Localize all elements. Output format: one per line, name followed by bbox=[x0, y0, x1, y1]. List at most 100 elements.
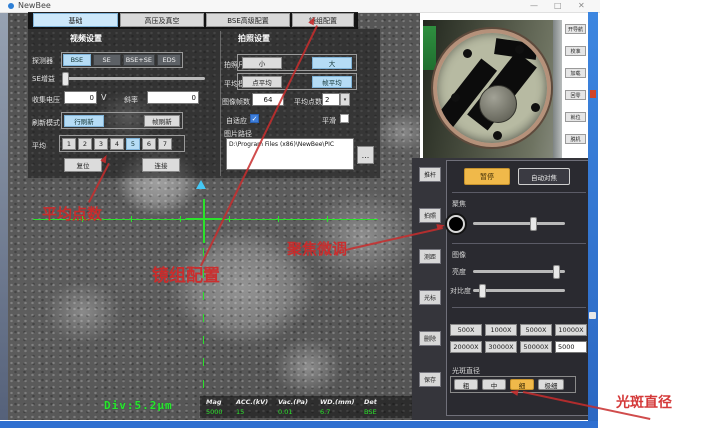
detector-se-button[interactable]: SE bbox=[93, 54, 121, 66]
offline-button[interactable]: 脱机 bbox=[565, 134, 586, 144]
se-gain-slider[interactable] bbox=[62, 77, 205, 80]
pause-button[interactable]: 暂停 bbox=[464, 168, 510, 185]
status-value-mag: 5000 bbox=[206, 408, 236, 416]
smooth-checkbox[interactable] bbox=[340, 114, 349, 123]
annotation-focus-fine: 聚焦微调 bbox=[287, 238, 347, 259]
tab-lens-config[interactable]: 镜组配置 bbox=[292, 13, 354, 27]
average-2-button[interactable]: 2 bbox=[78, 138, 92, 150]
avg-mode-frame-button[interactable]: 帧平均 bbox=[312, 76, 352, 88]
status-value-wd: 6.7 bbox=[320, 408, 364, 416]
nav-camera-view bbox=[423, 20, 562, 160]
detector-eds-button[interactable]: EDS bbox=[157, 54, 181, 66]
se-gain-slider-thumb[interactable] bbox=[62, 72, 69, 86]
in-position-button[interactable]: 就位 bbox=[565, 112, 586, 122]
tab-hv-vacuum[interactable]: 高压及真空 bbox=[120, 13, 204, 27]
brightness-slider-thumb[interactable] bbox=[553, 265, 560, 279]
avg-points-dropdown-arrow-icon[interactable]: ▾ bbox=[340, 93, 350, 106]
contrast-slider[interactable] bbox=[473, 289, 565, 292]
size-small-button[interactable]: 小 bbox=[242, 57, 282, 69]
detector-bse-button[interactable]: BSE bbox=[63, 54, 91, 66]
pusher-button[interactable]: 推杆 bbox=[419, 167, 441, 182]
snapshot-button[interactable]: 拍照 bbox=[419, 208, 441, 223]
brightness-slider[interactable] bbox=[473, 270, 565, 273]
average-4-button[interactable]: 4 bbox=[110, 138, 124, 150]
avg-mode-point-button[interactable]: 点平均 bbox=[242, 76, 282, 88]
pointer-tool-icon[interactable] bbox=[196, 180, 206, 189]
maximize-button[interactable]: □ bbox=[554, 0, 562, 12]
divider bbox=[452, 243, 586, 244]
status-bar: Mag5000 ACC.(kV)15 Vac.(Pa)0.01 WD.(mm)6… bbox=[200, 396, 422, 418]
detector-bse-se-button[interactable]: BSE+SE bbox=[123, 54, 156, 66]
calibrate-button[interactable]: 校准 bbox=[565, 46, 586, 56]
reset-button[interactable]: 复位 bbox=[64, 158, 102, 172]
delete-button[interactable]: 删除 bbox=[419, 331, 441, 346]
average-1-button[interactable]: 1 bbox=[62, 138, 76, 150]
sample-stage-photo bbox=[433, 29, 551, 147]
spot-coarse-button[interactable]: 粗 bbox=[454, 379, 478, 390]
average-6-button[interactable]: 6 bbox=[142, 138, 156, 150]
mag-50000x-button[interactable]: 50000X bbox=[520, 341, 552, 353]
mag-500x-button[interactable]: 500X bbox=[450, 324, 482, 336]
focus-slider[interactable] bbox=[473, 222, 565, 225]
adaptive-checkbox[interactable]: ✓ bbox=[250, 114, 259, 123]
ruler-tick bbox=[278, 216, 279, 222]
divider bbox=[452, 307, 586, 308]
load-button[interactable]: 加载 bbox=[565, 68, 586, 78]
measure-button[interactable]: 测距 bbox=[419, 249, 441, 264]
mag-20000x-button[interactable]: 20000X bbox=[450, 341, 482, 353]
size-large-button[interactable]: 大 bbox=[312, 57, 352, 69]
zero-button[interactable]: 回零 bbox=[565, 90, 586, 100]
window-right-edge bbox=[588, 12, 598, 428]
average-7-button[interactable]: 7 bbox=[158, 138, 172, 150]
minimize-button[interactable]: — bbox=[530, 0, 538, 12]
save-button[interactable]: 保存 bbox=[419, 372, 441, 387]
mag-30000x-button[interactable]: 30000X bbox=[485, 341, 517, 353]
collect-voltage-input[interactable]: 0 bbox=[64, 91, 97, 104]
app-window: NewBee — □ ✕ 基础 高压及真空 BSE高级配置 镜组配置 视频设置 … bbox=[0, 0, 720, 428]
stage-hole bbox=[531, 103, 540, 112]
open-nav-button[interactable]: 开导航 bbox=[565, 24, 586, 34]
status-value-acc: 15 bbox=[236, 408, 278, 416]
connect-button[interactable]: 连接 bbox=[142, 158, 180, 172]
voltage-unit-label: V bbox=[101, 93, 106, 102]
focus-label: 聚焦 bbox=[452, 199, 466, 209]
status-header-det: Det bbox=[364, 398, 388, 406]
refresh-frame-button[interactable]: 帧刷新 bbox=[144, 115, 180, 127]
close-button[interactable]: ✕ bbox=[578, 0, 585, 12]
status-value-det: BSE bbox=[364, 408, 388, 416]
ruler-tick bbox=[229, 216, 230, 222]
frames-label: 图像帧数 bbox=[222, 97, 250, 107]
mag-10000x-button[interactable]: 10000X bbox=[555, 324, 587, 336]
photo-settings-title: 拍照设置 bbox=[238, 33, 270, 44]
avg-points-select[interactable]: 2 bbox=[322, 93, 340, 106]
sample-cylinder bbox=[479, 85, 517, 123]
tab-basic[interactable]: 基础 bbox=[33, 13, 118, 27]
cursor-button[interactable]: 光标 bbox=[419, 290, 441, 305]
crosshair-center bbox=[186, 218, 222, 220]
contrast-slider-thumb[interactable] bbox=[479, 284, 486, 298]
desktop-artifact bbox=[589, 312, 596, 319]
window-bottom-edge bbox=[0, 421, 598, 428]
mag-1000x-button[interactable]: 1000X bbox=[485, 324, 517, 336]
focus-slider-thumb[interactable] bbox=[530, 217, 537, 231]
slope-input[interactable]: 0 bbox=[147, 91, 199, 104]
mag-custom-input[interactable]: 5000 bbox=[555, 341, 587, 353]
mag-5000x-button[interactable]: 5000X bbox=[520, 324, 552, 336]
spot-diameter-label: 光斑直径 bbox=[452, 366, 480, 376]
tab-bse-advanced[interactable]: BSE高级配置 bbox=[206, 13, 290, 27]
focus-knob[interactable] bbox=[447, 215, 465, 233]
stage-hole bbox=[451, 93, 460, 102]
window-left-border bbox=[0, 12, 8, 420]
adaptive-label: 自适应 bbox=[226, 116, 247, 126]
spot-medium-button[interactable]: 中 bbox=[482, 379, 506, 390]
ruler-tick bbox=[131, 216, 132, 222]
average-5-button[interactable]: 5 bbox=[126, 138, 140, 150]
stage-hole bbox=[493, 131, 502, 140]
autofocus-button[interactable]: 自动对焦 bbox=[518, 168, 570, 185]
path-input[interactable]: D:\Program Files (x86)\NewBee\PIC bbox=[226, 138, 354, 170]
refresh-line-button[interactable]: 行刷新 bbox=[64, 115, 104, 127]
spot-extra-fine-button[interactable]: 极细 bbox=[538, 379, 564, 390]
average-3-button[interactable]: 3 bbox=[94, 138, 108, 150]
crosshair-vertical-line bbox=[203, 199, 205, 243]
browse-button[interactable]: ... bbox=[357, 146, 374, 164]
